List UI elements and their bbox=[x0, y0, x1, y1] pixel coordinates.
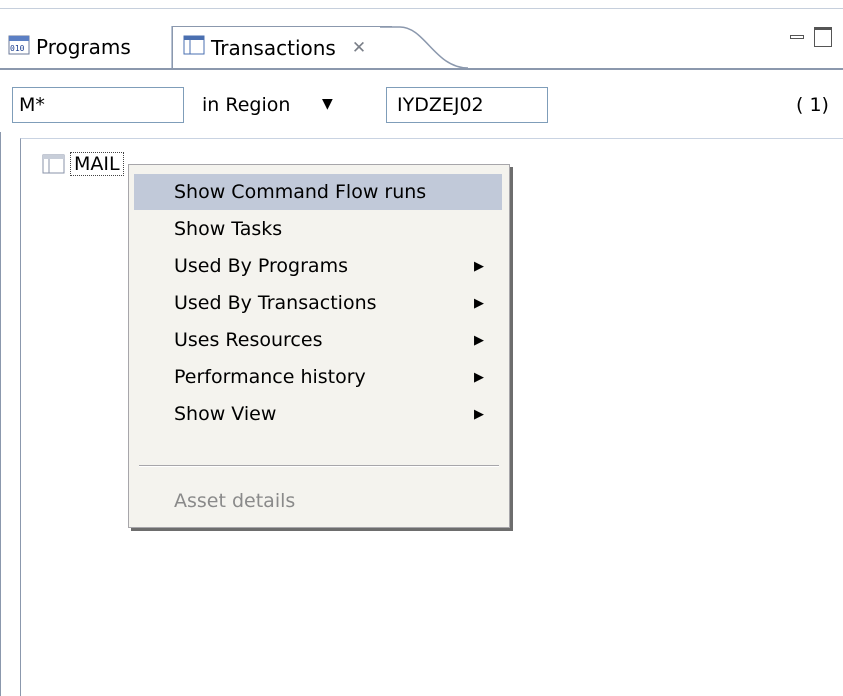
tab-programs-label: Programs bbox=[36, 35, 131, 59]
tab-programs[interactable]: 010 Programs bbox=[0, 26, 172, 68]
tree-item-label: MAIL bbox=[70, 152, 124, 176]
menu-item-label: Performance history bbox=[174, 366, 366, 388]
menu-item-asset-details: Asset details bbox=[134, 483, 502, 519]
table-icon bbox=[42, 154, 66, 174]
binary-program-icon: 010 bbox=[8, 35, 30, 60]
menu-item-label: Show View bbox=[174, 403, 277, 425]
menu-item-label: Asset details bbox=[174, 490, 296, 512]
submenu-arrow-icon: ▶ bbox=[474, 369, 484, 385]
svg-text:010: 010 bbox=[10, 44, 25, 53]
tab-transactions-label: Transactions bbox=[211, 35, 336, 60]
menu-item-used-by-programs[interactable]: Used By Programs ▶ bbox=[134, 248, 502, 284]
menu-item-used-by-transactions[interactable]: Used By Transactions ▶ bbox=[134, 285, 502, 321]
table-icon bbox=[183, 35, 205, 60]
region-value: IYDZEJ02 bbox=[397, 94, 484, 116]
scope-label[interactable]: in Region bbox=[202, 94, 290, 116]
view-controls bbox=[790, 26, 832, 47]
menu-item-label: Used By Programs bbox=[174, 255, 348, 277]
menu-item-show-command-flow-runs[interactable]: Show Command Flow runs bbox=[134, 174, 502, 210]
submenu-arrow-icon: ▶ bbox=[474, 332, 484, 348]
menu-separator-highlight bbox=[139, 466, 499, 467]
close-tab-icon[interactable]: ✕ bbox=[352, 38, 366, 58]
scope-dropdown-icon[interactable]: ▼ bbox=[322, 96, 333, 112]
result-count: ( 1) bbox=[796, 94, 829, 116]
menu-item-label: Uses Resources bbox=[174, 329, 323, 351]
submenu-arrow-icon: ▶ bbox=[474, 258, 484, 274]
tab-transactions[interactable]: Transactions ✕ bbox=[172, 26, 392, 68]
menu-item-label: Show Command Flow runs bbox=[174, 181, 427, 203]
tree-item[interactable]: MAIL bbox=[42, 152, 124, 176]
region-input[interactable]: IYDZEJ02 bbox=[386, 87, 548, 123]
menu-item-label: Show Tasks bbox=[174, 218, 283, 240]
menu-item-uses-resources[interactable]: Uses Resources ▶ bbox=[134, 322, 502, 358]
name-filter-value: M* bbox=[19, 94, 45, 116]
tab-curve-decoration bbox=[380, 26, 469, 69]
maximize-icon[interactable] bbox=[814, 26, 832, 47]
name-filter-input[interactable]: M* bbox=[12, 87, 184, 123]
submenu-arrow-icon: ▶ bbox=[474, 406, 484, 422]
submenu-arrow-icon: ▶ bbox=[474, 295, 484, 311]
context-menu: Show Command Flow runs Show Tasks Used B… bbox=[128, 164, 510, 528]
menu-item-show-tasks[interactable]: Show Tasks bbox=[134, 211, 502, 247]
menu-item-show-view[interactable]: Show View ▶ bbox=[134, 396, 502, 432]
minimize-icon[interactable] bbox=[790, 34, 804, 39]
menu-item-label: Used By Transactions bbox=[174, 292, 377, 314]
menu-item-performance-history[interactable]: Performance history ▶ bbox=[134, 359, 502, 395]
